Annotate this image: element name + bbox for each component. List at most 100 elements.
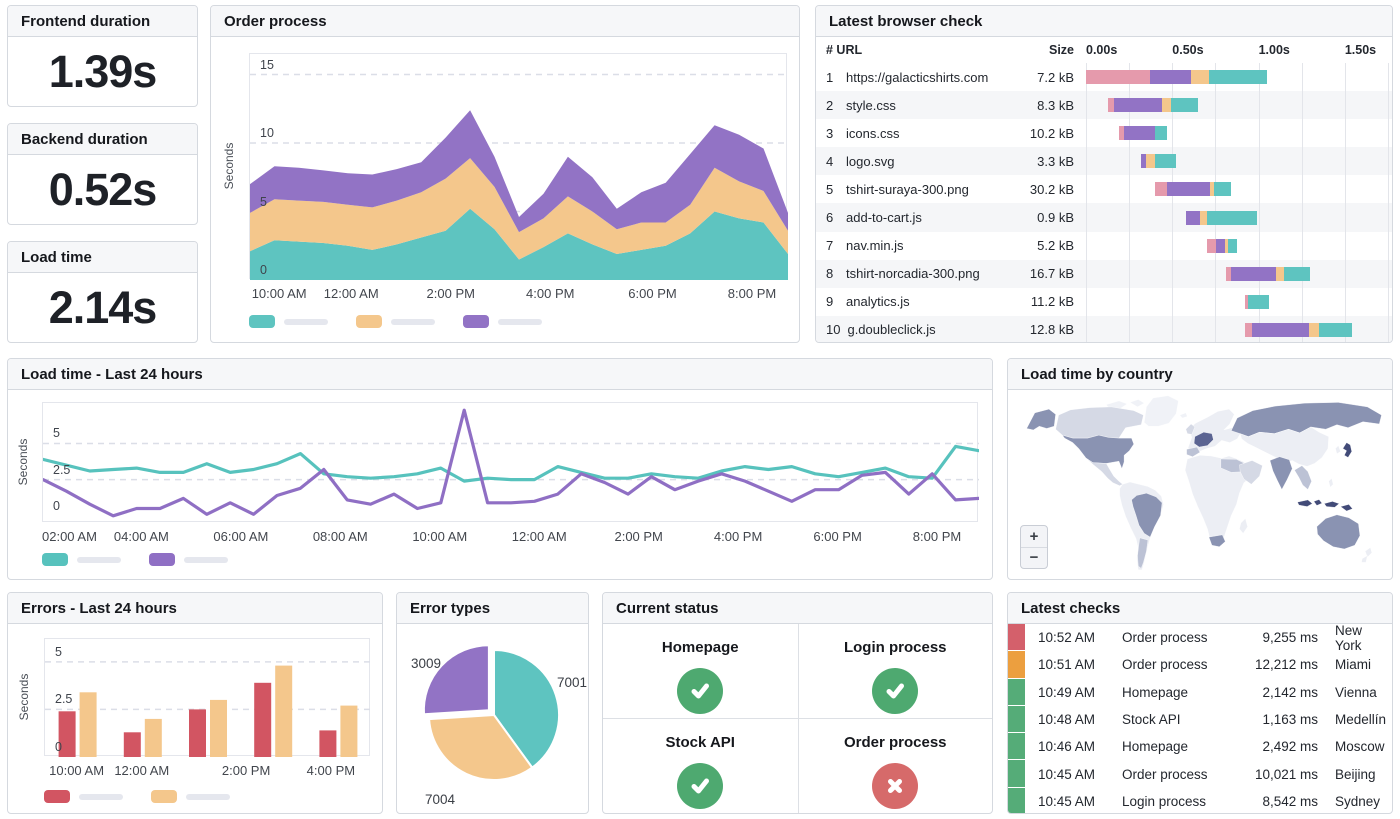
legend-item[interactable]	[356, 315, 435, 328]
check-name: Order process	[1122, 767, 1240, 782]
legend-label-pill	[184, 557, 228, 563]
kpi-card-header: Backend duration	[8, 124, 197, 155]
timing-segment-teal	[1319, 323, 1352, 337]
timing-segment-teal	[1171, 98, 1199, 112]
x-axis-labels: 10:00 AM12:00 AM2:00 PM4:00 PM6:00 PM8:0…	[249, 286, 787, 304]
legend-item[interactable]	[151, 790, 230, 803]
request-size: 10.2 kB	[1014, 126, 1086, 141]
y-tick-label: 0	[260, 263, 267, 277]
panel-header: Latest browser check	[816, 6, 1392, 37]
grid-line	[1388, 316, 1389, 343]
pie-slice-label: 7001	[557, 675, 587, 690]
grid-line	[1345, 288, 1346, 316]
request-size: 7.2 kB	[1014, 70, 1086, 85]
kpi-label: Load time	[21, 249, 92, 266]
bar-orange	[145, 719, 162, 757]
waterfall-header-row: # URL Size 0.00s0.50s1.00s1.50s	[816, 37, 1392, 63]
check-time: 10:46 AM	[1025, 739, 1122, 754]
request-url-text: style.css	[846, 98, 896, 113]
grid-line	[1345, 119, 1346, 147]
request-url-text: tshirt-norcadia-300.png	[846, 266, 980, 281]
kpi-card: Load time2.14s	[7, 241, 198, 343]
grid-line	[1302, 232, 1303, 260]
legend-item[interactable]	[463, 315, 542, 328]
request-url: 1https://galacticshirts.com	[816, 70, 1014, 85]
timing-segment-teal	[1214, 182, 1231, 196]
x-axis-labels: 10:00 AM12:00 AM2:00 PM4:00 PM	[44, 763, 370, 781]
grid-line	[1129, 147, 1130, 175]
timing-segment-teal	[1207, 211, 1257, 225]
order-process-chart: 051015	[249, 53, 787, 279]
grid-line	[1259, 175, 1260, 203]
time-axis-header: 0.00s0.50s1.00s1.50s	[1086, 37, 1388, 63]
grid-line	[1129, 288, 1130, 316]
zoom-in-button[interactable]: +	[1021, 526, 1047, 547]
table-row: 5tshirt-suraya-300.png30.2 kB	[816, 175, 1392, 203]
time-axis-label: 0.00s	[1086, 43, 1117, 57]
legend-item[interactable]	[42, 553, 121, 566]
request-size: 30.2 kB	[1014, 182, 1086, 197]
grid-line	[1086, 175, 1087, 203]
request-url: 8tshirt-norcadia-300.png	[816, 266, 1014, 281]
x-tick-label: 10:00 AM	[412, 529, 467, 544]
bar-red	[189, 709, 206, 757]
x-tick-label: 2:00 PM	[222, 763, 270, 778]
world-map	[1014, 392, 1386, 578]
grid-line	[1345, 147, 1346, 175]
legend-swatch	[463, 315, 489, 328]
kpi-label: Backend duration	[21, 131, 148, 148]
request-index: 6	[826, 210, 839, 225]
table-row: 9analytics.js11.2 kB	[816, 288, 1392, 316]
grid-line	[1086, 316, 1087, 343]
panel-header: Current status	[603, 593, 992, 624]
check-row: 10:52 AMOrder process9,255 msNew York	[1008, 624, 1392, 651]
request-url: 9analytics.js	[816, 294, 1014, 309]
legend-swatch	[151, 790, 177, 803]
legend-label-pill	[498, 319, 542, 325]
browser-check-body: # URL Size 0.00s0.50s1.00s1.50s 1https:/…	[816, 37, 1392, 342]
check-location: New York	[1318, 623, 1392, 653]
kpi-card: Frontend duration1.39s	[7, 5, 198, 107]
legend-label-pill	[79, 794, 123, 800]
legend-item[interactable]	[44, 790, 123, 803]
panel-title: Latest browser check	[829, 13, 982, 30]
waterfall-table: 1https://galacticshirts.com7.2 kB2style.…	[816, 63, 1392, 343]
grid-line	[1302, 119, 1303, 147]
x-tick-label: 4:00 PM	[526, 286, 574, 301]
grid-line	[1388, 288, 1389, 316]
y-tick-label: 5	[260, 195, 267, 209]
grid-line	[1345, 203, 1346, 231]
grid-line	[1086, 119, 1087, 147]
legend-item[interactable]	[249, 315, 328, 328]
grid-line	[1259, 203, 1260, 231]
check-location: Sydney	[1318, 794, 1392, 809]
grid-line	[1215, 316, 1216, 343]
check-name: Login process	[1122, 794, 1240, 809]
check-name: Order process	[1122, 657, 1240, 672]
timing-segment-orange	[1146, 154, 1155, 168]
url-column-header: # URL	[816, 43, 1014, 57]
check-location: Medellín	[1318, 712, 1392, 727]
timing-segment-pink	[1207, 239, 1216, 253]
load-time-body: Seconds 02.55 02:00 AM04:00 AM06:00 AM08…	[8, 390, 992, 579]
bar-red	[319, 730, 336, 757]
zoom-out-button[interactable]: −	[1021, 547, 1047, 568]
y-axis-label: Seconds	[222, 143, 236, 190]
legend-item[interactable]	[149, 553, 228, 566]
grid-line	[1388, 175, 1389, 203]
timing-segment-teal	[1155, 154, 1176, 168]
timing-segment-pink	[1245, 323, 1252, 337]
request-timing-track	[1086, 91, 1388, 119]
y-tick-label: 5	[53, 426, 60, 440]
status-cell: Stock API	[603, 718, 798, 813]
table-row: 10g.doubleclick.js12.8 kB	[816, 316, 1392, 343]
panel-latest-checks: Latest checks 10:52 AMOrder process9,255…	[1007, 592, 1393, 814]
timing-segment-teal	[1228, 239, 1237, 253]
table-row: 7nav.min.js5.2 kB	[816, 232, 1392, 260]
grid-line	[1302, 63, 1303, 91]
size-column-header: Size	[1014, 43, 1086, 57]
status-strip	[1008, 706, 1025, 732]
check-duration: 2,492 ms	[1240, 739, 1318, 754]
check-row: 10:48 AMStock API1,163 msMedellín	[1008, 706, 1392, 733]
y-tick-label: 0	[55, 740, 62, 754]
